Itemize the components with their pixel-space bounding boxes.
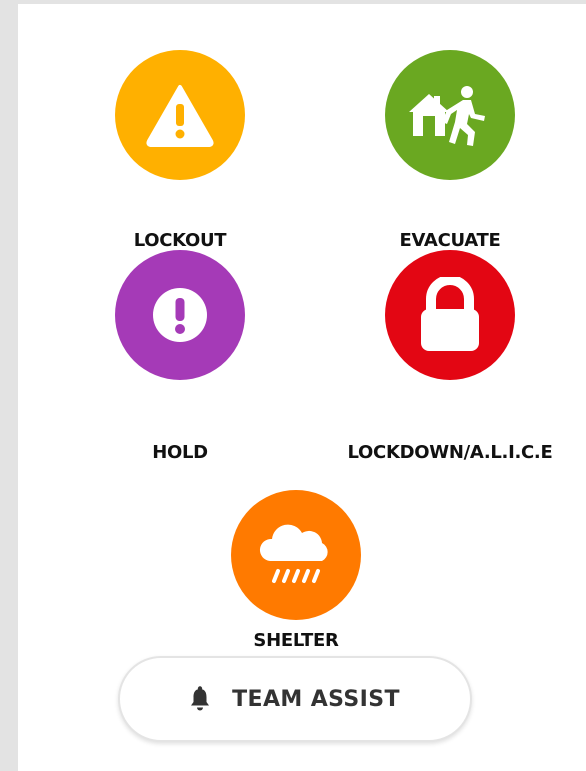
padlock-icon [421, 277, 479, 351]
lockout-label: LOCKOUT [133, 230, 227, 251]
bell-icon [190, 686, 210, 712]
hold-label: HOLD [152, 442, 208, 463]
hold-button[interactable] [115, 250, 245, 380]
rain-cloud-icon [259, 524, 328, 583]
lockdown-button[interactable] [385, 250, 515, 380]
team-assist-button[interactable]: TEAM ASSIST [118, 656, 472, 742]
action-lockdown: LOCKDOWN/A.L.I.C.E [340, 250, 560, 463]
person-leaving-house-icon [409, 86, 485, 146]
evacuate-label: EVACUATE [399, 230, 501, 251]
action-lockout: LOCKOUT [70, 50, 290, 251]
team-assist-label: TEAM ASSIST [232, 686, 400, 712]
shelter-button[interactable] [231, 490, 361, 620]
lockout-button[interactable] [115, 50, 245, 180]
warning-triangle-icon [146, 85, 214, 147]
action-shelter: SHELTER [186, 490, 406, 651]
evacuate-button[interactable] [385, 50, 515, 180]
shelter-label: SHELTER [253, 630, 339, 651]
action-evacuate: EVACUATE [340, 50, 560, 251]
action-hold: HOLD [70, 250, 290, 463]
exclamation-circle-icon [153, 288, 207, 342]
emergency-actions-panel: LOCKOUT EVACUATE HOLD LOCKDOWN/A.L.I.C.E… [18, 4, 586, 771]
lockdown-label: LOCKDOWN/A.L.I.C.E [347, 442, 553, 463]
